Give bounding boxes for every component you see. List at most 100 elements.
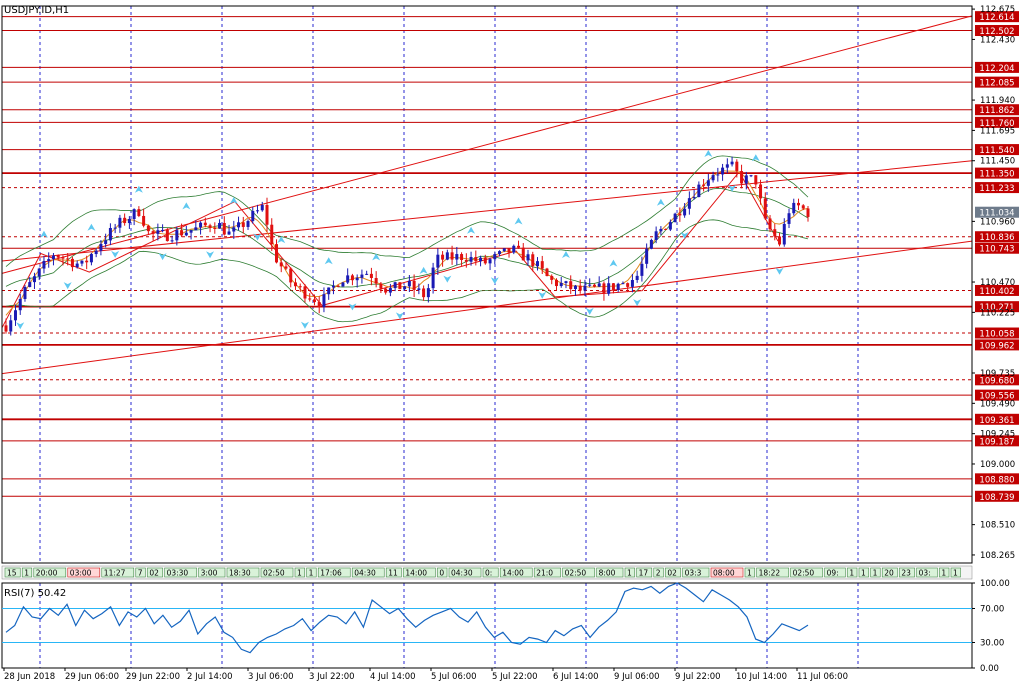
candle-body xyxy=(37,268,41,277)
candle-body xyxy=(403,286,407,290)
strip-label: 03: xyxy=(919,569,931,578)
candle-body xyxy=(588,284,592,286)
candle-body xyxy=(730,161,734,165)
candle-body xyxy=(583,285,587,291)
candle-body xyxy=(331,285,335,288)
time-tick-label: 4 Jul 14:00 xyxy=(370,672,416,682)
strip-label: 2 xyxy=(656,569,661,578)
candle-body xyxy=(792,202,796,214)
candle-body xyxy=(260,205,264,211)
candle-body xyxy=(426,288,430,298)
level-label: 110.743 xyxy=(979,245,1014,255)
candle-body xyxy=(797,202,801,206)
strip-label: 18:30 xyxy=(229,569,251,578)
candle-body xyxy=(431,267,435,289)
candle-body xyxy=(132,209,136,219)
level-label: 108.739 xyxy=(979,493,1014,503)
candle-body xyxy=(645,248,649,264)
strip-label: 1 xyxy=(873,569,878,578)
candle-body xyxy=(502,248,506,252)
candle-body xyxy=(32,276,36,283)
candle-body xyxy=(104,240,108,244)
candle-body xyxy=(531,254,535,267)
time-tick-label: 6 Jul 14:00 xyxy=(553,672,599,682)
candle-body xyxy=(687,198,691,209)
strip-label: 17:06 xyxy=(320,569,342,578)
candle-body xyxy=(384,288,388,293)
candle-body xyxy=(592,284,596,287)
candle-body xyxy=(350,275,354,281)
strip-label: 1 xyxy=(627,569,632,578)
candle-body xyxy=(70,258,74,268)
strip-label: 23 xyxy=(901,569,911,578)
candle-body xyxy=(664,228,668,230)
level-label: 111.233 xyxy=(979,184,1014,194)
time-tick-label: 29 Jun 06:00 xyxy=(65,672,119,682)
price-tick-label: 109.490 xyxy=(980,399,1015,409)
candle-body xyxy=(573,285,577,290)
price-tick-label: 110.225 xyxy=(980,308,1015,318)
strip-label: 1 xyxy=(297,569,302,578)
candle-body xyxy=(99,243,103,251)
candle-body xyxy=(47,259,51,261)
price-tick-label: 108.265 xyxy=(980,551,1015,561)
strip-label: 02:50 xyxy=(793,569,815,578)
strip-label: 20 xyxy=(884,569,894,578)
candle-body xyxy=(630,279,634,287)
candle-body xyxy=(85,260,89,263)
price-tick-label: 108.510 xyxy=(980,521,1015,531)
candle-body xyxy=(369,273,373,278)
strip-label: 02 xyxy=(667,569,677,578)
strip-label: 02:50 xyxy=(263,569,285,578)
candle-body xyxy=(711,175,715,181)
candle-body xyxy=(94,250,98,255)
chart-canvas[interactable]: 112.614112.502112.204112.085111.862111.7… xyxy=(0,0,1024,683)
candle-body xyxy=(213,227,217,229)
candle-body xyxy=(232,227,236,232)
level-label: 110.836 xyxy=(979,233,1014,243)
strip-label: 0 xyxy=(439,569,444,578)
candle-body xyxy=(80,260,84,264)
candle-body xyxy=(640,263,644,276)
candle-body xyxy=(782,223,786,245)
candle-body xyxy=(460,254,464,261)
candle-body xyxy=(89,254,93,263)
time-tick-label: 5 Jul 22:00 xyxy=(492,672,538,682)
candle-body xyxy=(564,281,568,283)
strip-label: 02 xyxy=(149,569,159,578)
strip-label: 7 xyxy=(138,569,143,578)
price-tick-label: 111.940 xyxy=(980,96,1015,106)
candle-body xyxy=(137,209,141,216)
strip-label: 1 xyxy=(941,569,946,578)
strip-label: 1 xyxy=(747,569,752,578)
candle-body xyxy=(56,255,60,258)
time-tick-label: 11 Jul 06:00 xyxy=(797,672,848,682)
candle-body xyxy=(716,174,720,176)
candle-body xyxy=(649,239,653,249)
rsi-tick-label: 70.00 xyxy=(980,605,1004,615)
candle-body xyxy=(241,222,245,227)
candle-body xyxy=(697,184,701,198)
chart-title: USDJPY.ID,H1 xyxy=(4,5,69,16)
strip-label: 1 xyxy=(24,569,29,578)
time-tick-label: 3 Jul 06:00 xyxy=(248,672,294,682)
price-tick-label: 109.000 xyxy=(980,460,1015,470)
candle-body xyxy=(801,205,805,209)
strip-label: 11 xyxy=(388,569,398,578)
candle-body xyxy=(517,245,521,248)
candle-body xyxy=(388,288,392,293)
candle-body xyxy=(312,299,316,303)
candle-body xyxy=(763,198,767,219)
strip-label: 11:27 xyxy=(104,569,126,578)
time-tick-label: 10 Jul 14:00 xyxy=(736,672,787,682)
candle-body xyxy=(483,257,487,264)
strip-label: 3:00 xyxy=(201,569,218,578)
level-label: 109.962 xyxy=(979,341,1014,351)
candle-body xyxy=(336,285,340,287)
candle-body xyxy=(66,258,70,260)
price-tick-label: 109.735 xyxy=(980,369,1015,379)
candle-body xyxy=(9,320,13,332)
candle-body xyxy=(493,254,497,260)
candle-body xyxy=(422,288,426,298)
candle-body xyxy=(289,268,293,283)
